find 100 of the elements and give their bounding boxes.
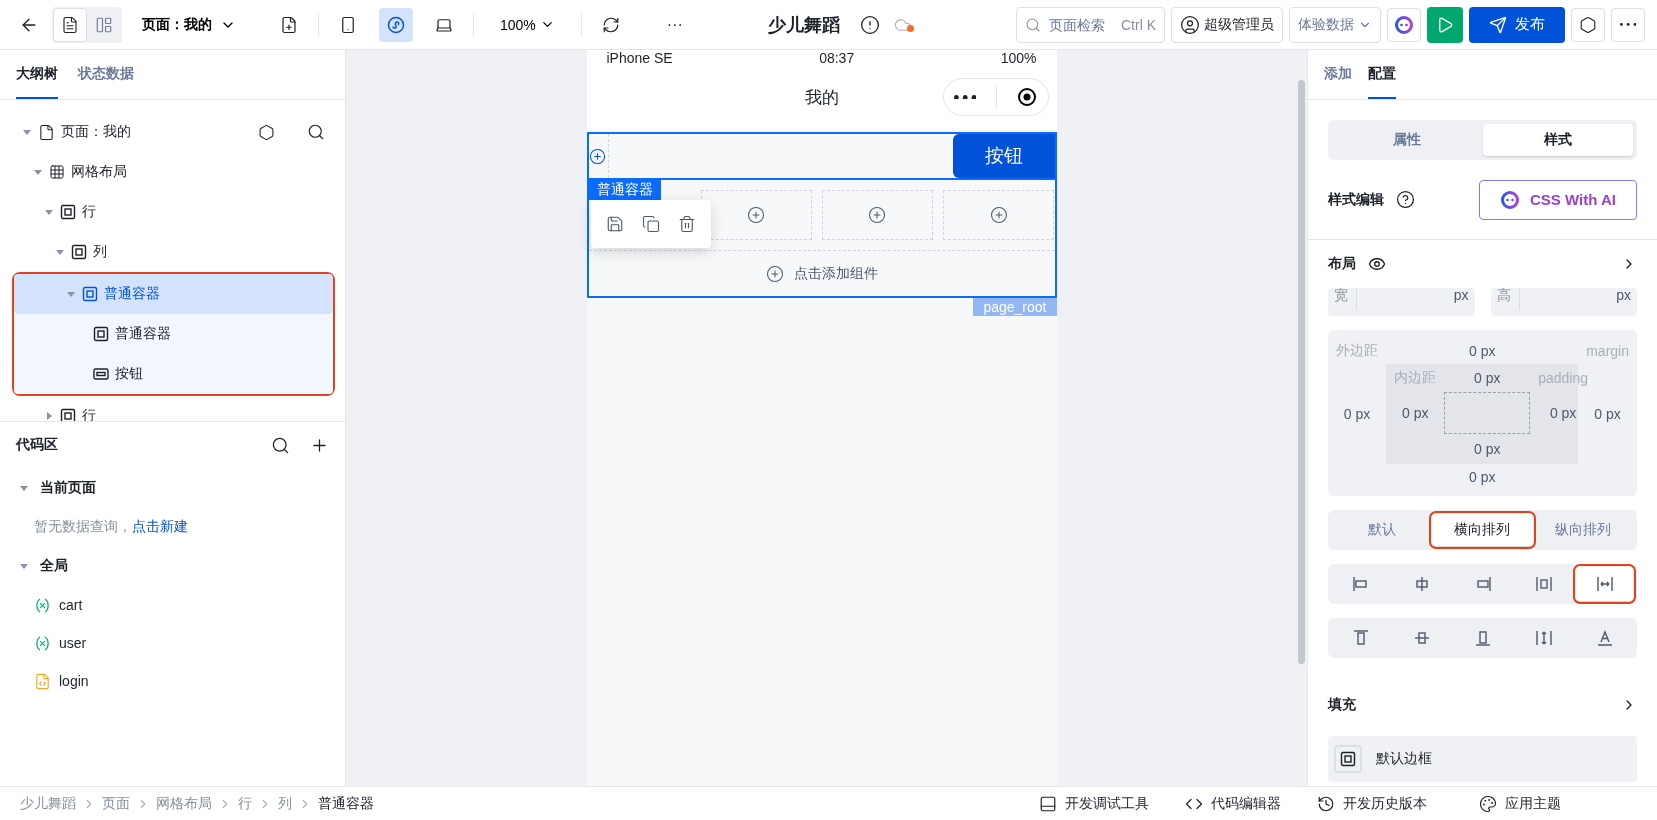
save-icon[interactable] (605, 215, 624, 233)
ai-icon (1500, 189, 1520, 210)
margin-value[interactable]: 0 px (1343, 406, 1371, 422)
page-icon (38, 123, 55, 141)
settings-icon (1579, 15, 1597, 34)
panel-tab[interactable]: 添加 (1324, 50, 1352, 99)
view-mode-button[interactable] (53, 7, 87, 42)
search-icon[interactable] (271, 435, 290, 455)
fill-option[interactable]: 默认边框 (1328, 736, 1637, 782)
add-icon[interactable] (588, 147, 606, 165)
selected-container[interactable]: 按钮 点击添加组件 普通容器 (586, 132, 1057, 298)
tree-item[interactable]: 页面：我的 (14, 112, 335, 152)
create-link[interactable]: 点击新建 (132, 518, 188, 536)
ai-button[interactable] (1387, 7, 1421, 42)
caret-icon[interactable] (23, 128, 31, 136)
direction-option[interactable]: 纵向排列 (1532, 514, 1633, 546)
panel-tab[interactable]: 配置 (1368, 50, 1396, 99)
history-icon (1317, 794, 1335, 813)
empty-text: 暂无数据查询， (34, 518, 132, 536)
panel-tab[interactable]: 大纲树 (16, 50, 58, 99)
tool-button[interactable]: 开发调试工具 (1033, 793, 1155, 814)
settings-icon[interactable] (258, 123, 275, 141)
publish-button[interactable]: 发布 (1469, 6, 1565, 43)
group-header[interactable]: 全局 (16, 546, 329, 586)
margin-label: 外边距 (1335, 342, 1379, 360)
add-component-text[interactable]: 点击添加组件 (793, 264, 878, 283)
delete-icon[interactable] (677, 215, 696, 233)
tool-button[interactable]: 代码编辑器 (1179, 793, 1287, 814)
size-field[interactable]: 宽 px (1328, 288, 1475, 316)
size-field[interactable]: 高 px (1490, 288, 1637, 316)
mode-tab[interactable]: 属性 (1332, 124, 1483, 156)
margin-value[interactable]: 0 px (1594, 406, 1621, 422)
add-icon (747, 206, 766, 224)
more-button[interactable]: ··· (657, 7, 692, 42)
mini-program-icon (387, 15, 405, 34)
margin-value[interactable]: 0 px (1468, 469, 1496, 485)
direction-option[interactable]: 横向排列 (1432, 514, 1533, 546)
padding-value[interactable]: 0 px (1549, 405, 1577, 421)
user-button[interactable]: 超级管理员 (1171, 6, 1283, 43)
tree-item[interactable]: 按钮 (14, 354, 333, 394)
caret-icon[interactable] (56, 248, 64, 256)
phone-button[interactable]: 按钮 (952, 134, 1055, 178)
device-button[interactable] (379, 7, 413, 42)
time-text: 08:37 (819, 52, 855, 64)
padding-value[interactable]: 0 px (1473, 441, 1501, 457)
play-icon (1436, 15, 1454, 34)
more-icon (1619, 23, 1637, 26)
button-icon (93, 366, 109, 382)
caret-icon[interactable] (34, 168, 42, 176)
variable-icon (34, 596, 51, 614)
settings-button[interactable] (1571, 7, 1605, 42)
caret-icon[interactable] (45, 208, 53, 216)
user-icon (1180, 14, 1200, 35)
css-ai-button[interactable]: CSS With AI (1479, 179, 1637, 220)
code-item[interactable]: cart (16, 586, 329, 624)
tool-button[interactable]: 开发历史版本 (1311, 793, 1433, 814)
caret-icon[interactable] (67, 290, 75, 298)
direction-option[interactable]: 默认 (1332, 514, 1433, 546)
eye-icon[interactable] (1368, 255, 1386, 273)
phone-icon (339, 15, 357, 34)
section-title: 代码区 (16, 436, 58, 454)
justify-button[interactable] (1576, 567, 1633, 601)
panel-tab[interactable]: 状态数据 (78, 50, 134, 99)
shortcut-hint: Ctrl K (1121, 16, 1156, 33)
padding-value[interactable]: 0 px (1401, 405, 1429, 421)
mode-tab[interactable]: 样式 (1482, 124, 1633, 156)
scrollbar[interactable] (1298, 80, 1305, 664)
zoom-menu[interactable]: 100% (486, 16, 569, 33)
caret-icon[interactable] (20, 484, 28, 492)
alert-icon[interactable] (859, 14, 880, 35)
tree-item[interactable]: 行 (14, 396, 335, 421)
margin-value[interactable]: 0 px (1468, 343, 1496, 359)
capsule-menu[interactable] (942, 78, 1049, 116)
tree-item[interactable]: 网格布局 (14, 152, 335, 192)
send-icon (1489, 15, 1507, 34)
run-button[interactable] (1427, 6, 1463, 43)
caret-icon[interactable] (20, 562, 28, 570)
page-menu[interactable]: 页面：我的 (142, 15, 236, 34)
copy-icon[interactable] (641, 215, 660, 233)
tree-item[interactable]: 列 (14, 232, 335, 272)
document-icon (61, 15, 79, 34)
container-icon (82, 286, 98, 302)
code-item[interactable]: user (16, 624, 329, 662)
breadcrumb[interactable]: 普通容器 (318, 794, 374, 813)
section-title: 布局 (1328, 255, 1356, 273)
section-title: 填充 (1328, 696, 1356, 714)
help-icon[interactable] (1396, 190, 1415, 209)
container-icon (93, 326, 109, 342)
tree-item[interactable]: 普通容器 (14, 314, 333, 354)
data-menu[interactable]: 体验数据 (1289, 6, 1381, 43)
grid-icon (49, 164, 65, 180)
tree-item[interactable]: 行 (14, 192, 335, 232)
search-icon[interactable] (307, 123, 325, 141)
tool-button[interactable]: 应用主题 (1473, 793, 1567, 814)
tree-item[interactable]: 普通容器 (14, 274, 333, 314)
group-header[interactable]: 当前页面 (16, 468, 329, 508)
code-item[interactable]: login (16, 662, 329, 700)
layout-icon (95, 15, 113, 34)
caret-icon[interactable] (45, 412, 53, 420)
padding-value[interactable]: 0 px (1473, 370, 1501, 386)
